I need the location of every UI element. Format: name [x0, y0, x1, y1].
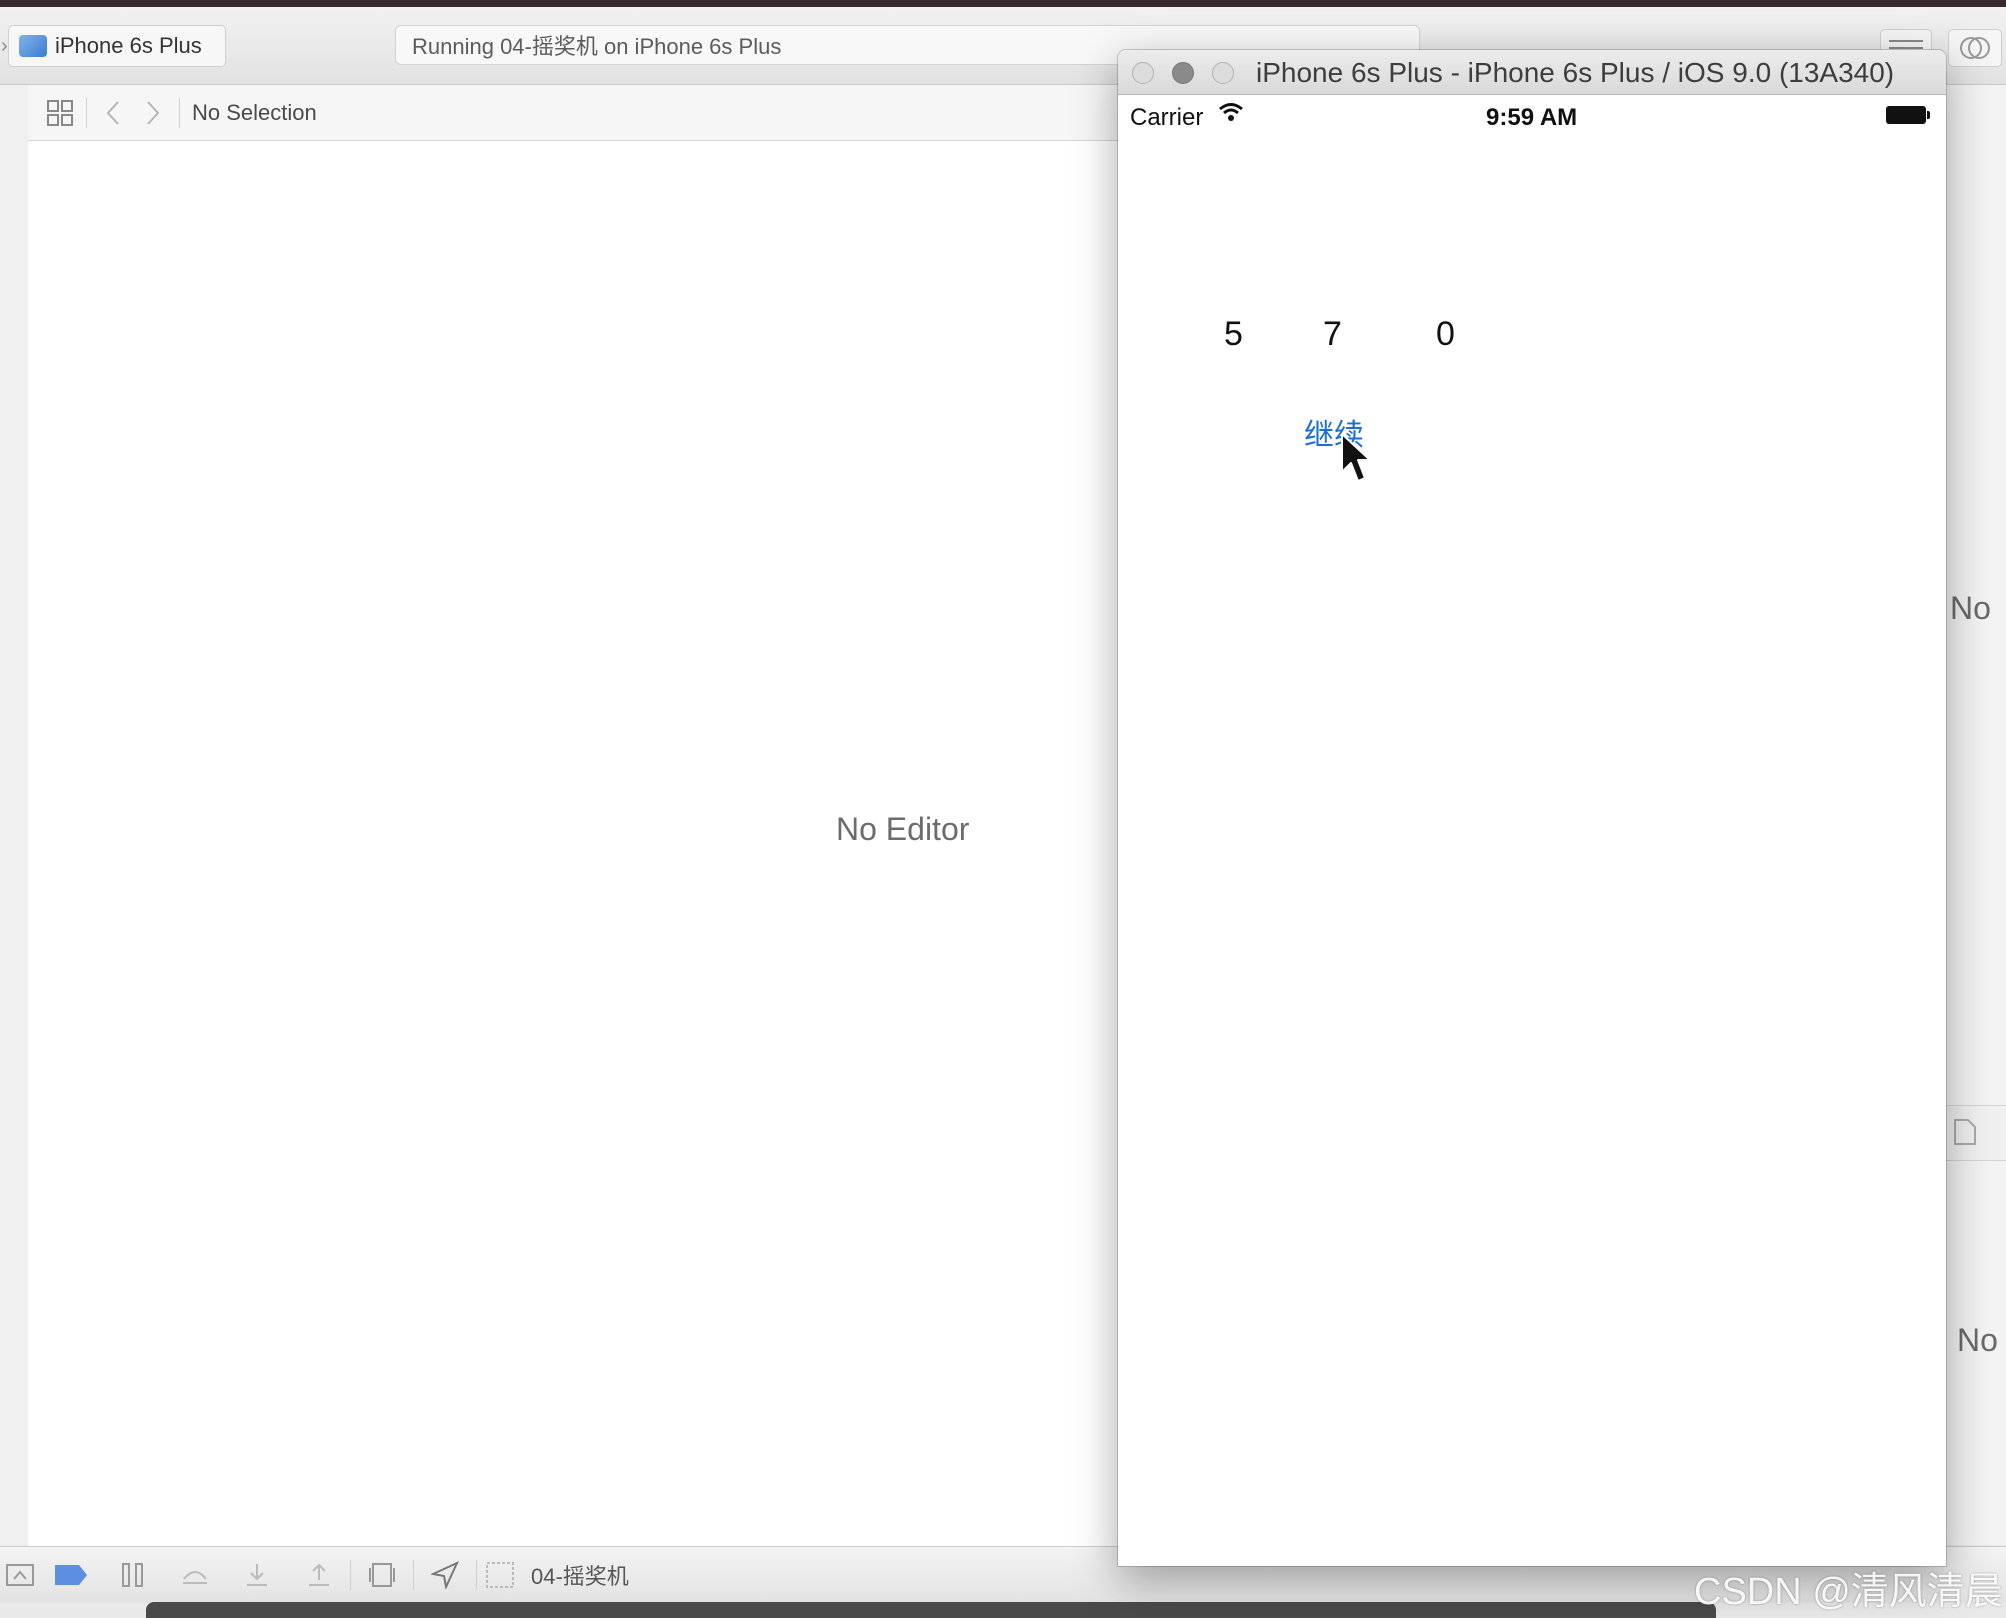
library-tab-bar [1945, 1105, 2006, 1161]
inspector-placeholder: No [1950, 590, 1991, 626]
step-out-button[interactable] [288, 1555, 350, 1595]
app-process-icon [486, 1562, 514, 1588]
view-debugger-button[interactable] [351, 1555, 413, 1595]
breakpoints-toggle-button[interactable] [40, 1555, 102, 1595]
location-icon [431, 1561, 459, 1589]
jumpbar-separator [86, 97, 87, 128]
assistant-editor-button[interactable] [1948, 29, 2002, 67]
close-window-button[interactable] [1132, 62, 1154, 84]
library-placeholder: No [1957, 1322, 1998, 1358]
grid-icon [47, 99, 73, 126]
battery-icon [1886, 106, 1930, 124]
related-items-button[interactable] [40, 93, 80, 133]
slot-number-1: 5 [1224, 315, 1243, 353]
no-editor-placeholder: No Editor [836, 811, 970, 847]
breakpoint-icon [55, 1565, 87, 1585]
chevron-right-icon: › [1, 34, 8, 57]
hide-debug-area-button[interactable] [0, 1555, 40, 1595]
pause-icon [122, 1563, 143, 1587]
overlapping-circles-icon [1960, 37, 1990, 59]
step-over-icon [183, 1571, 207, 1584]
editor-jump-bar: No Selection [28, 85, 1118, 141]
pause-button[interactable] [102, 1555, 164, 1595]
step-in-button[interactable] [226, 1555, 288, 1595]
app-scheme-icon [19, 35, 47, 57]
jumpbar-separator [179, 97, 180, 128]
step-in-icon [247, 1564, 267, 1586]
forward-arrow-icon [147, 100, 160, 125]
debug-area-toggle-icon [6, 1564, 34, 1586]
simulator-window: iPhone 6s Plus - iPhone 6s Plus / iOS 9.… [1118, 50, 1946, 1566]
mouse-cursor-icon [1341, 433, 1371, 482]
simulator-title-bar[interactable]: iPhone 6s Plus - iPhone 6s Plus / iOS 9.… [1118, 50, 1946, 95]
watermark: CSDN @清风清晨 [1694, 1571, 2003, 1613]
back-arrow-icon [106, 100, 119, 125]
run-destination-label: iPhone 6s Plus [55, 33, 202, 58]
jumpbar-selection[interactable]: No Selection [192, 100, 317, 126]
step-over-button[interactable] [164, 1555, 226, 1595]
status-carrier: Carrier [1130, 104, 1204, 131]
step-out-icon [309, 1563, 329, 1586]
simulate-location-button[interactable] [414, 1555, 476, 1595]
status-time: 9:59 AM [1486, 104, 1578, 131]
activity-status-text: Running 04-摇奖机 on iPhone 6s Plus [412, 34, 782, 59]
navigator-edge [0, 85, 29, 1545]
dock-edge [146, 1602, 1716, 1618]
wifi-icon [1219, 103, 1243, 121]
process-label[interactable]: 04-摇奖机 [531, 1559, 629, 1591]
file-template-icon[interactable] [1953, 1118, 1977, 1146]
slot-number-2: 7 [1323, 315, 1342, 353]
zoom-window-button[interactable] [1212, 62, 1234, 84]
slot-number-3: 0 [1436, 315, 1455, 353]
minimize-window-button[interactable] [1172, 62, 1194, 84]
back-button[interactable] [93, 93, 133, 133]
run-destination-selector[interactable]: › iPhone 6s Plus [1, 25, 226, 67]
view-debugger-icon [369, 1563, 395, 1587]
simulator-window-title: iPhone 6s Plus - iPhone 6s Plus / iOS 9.… [1256, 57, 1895, 88]
window-top-strip [0, 0, 2006, 7]
process-icon [477, 1555, 523, 1595]
forward-button[interactable] [133, 93, 173, 133]
